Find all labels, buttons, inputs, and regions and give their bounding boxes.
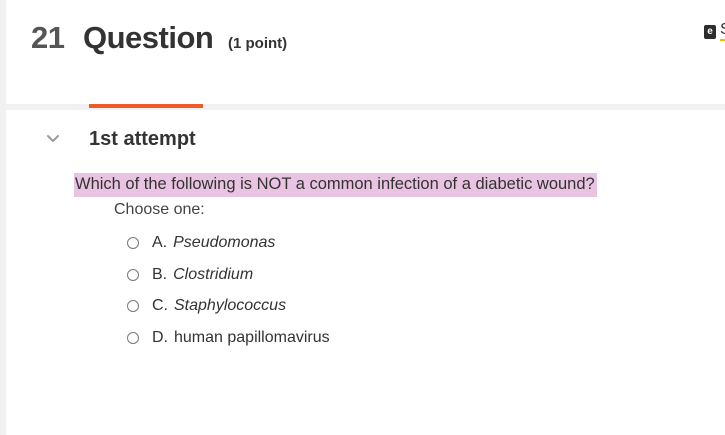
- choose-one-label: Choose one:: [114, 201, 205, 218]
- chevron-down-icon[interactable]: [46, 132, 60, 146]
- ebook-link[interactable]: S: [720, 22, 725, 41]
- radio-button[interactable]: [127, 268, 139, 281]
- option-letter: C.: [152, 297, 168, 314]
- option-c[interactable]: C. Staphylococcus: [127, 294, 330, 318]
- option-a[interactable]: A. Pseudomonas: [127, 231, 330, 255]
- option-letter: D.: [152, 328, 168, 346]
- ebook-icon[interactable]: e: [704, 25, 716, 39]
- question-title: Question: [83, 20, 214, 55]
- option-text: Clostridium: [173, 265, 254, 283]
- question-header: 21 Question (1 point) e S: [6, 0, 725, 104]
- option-d[interactable]: D. human papillomavirus: [127, 326, 330, 350]
- attempt-panel: 1st attempt Which of the following is NO…: [6, 104, 725, 435]
- option-letter: A.: [152, 234, 168, 251]
- question-page: 21 Question (1 point) e S 1st attempt Wh…: [0, 0, 725, 435]
- option-text: human papillomavirus: [174, 328, 330, 346]
- answer-options: A. Pseudomonas B. Clostridium C. Staphyl…: [127, 231, 330, 357]
- question-text: Which of the following is NOT a common i…: [74, 173, 597, 197]
- option-b[interactable]: B. Clostridium: [127, 263, 330, 287]
- option-text: Staphylococcus: [174, 297, 287, 314]
- question-number: 21: [31, 20, 65, 55]
- question-points: (1 point): [228, 35, 288, 52]
- option-text: Pseudomonas: [173, 234, 276, 251]
- attempt-label[interactable]: 1st attempt: [89, 128, 196, 151]
- radio-button[interactable]: [127, 300, 139, 312]
- radio-button[interactable]: [127, 237, 139, 249]
- attempt-tab-indicator: [89, 104, 203, 108]
- radio-button[interactable]: [127, 331, 139, 344]
- option-letter: B.: [152, 265, 168, 283]
